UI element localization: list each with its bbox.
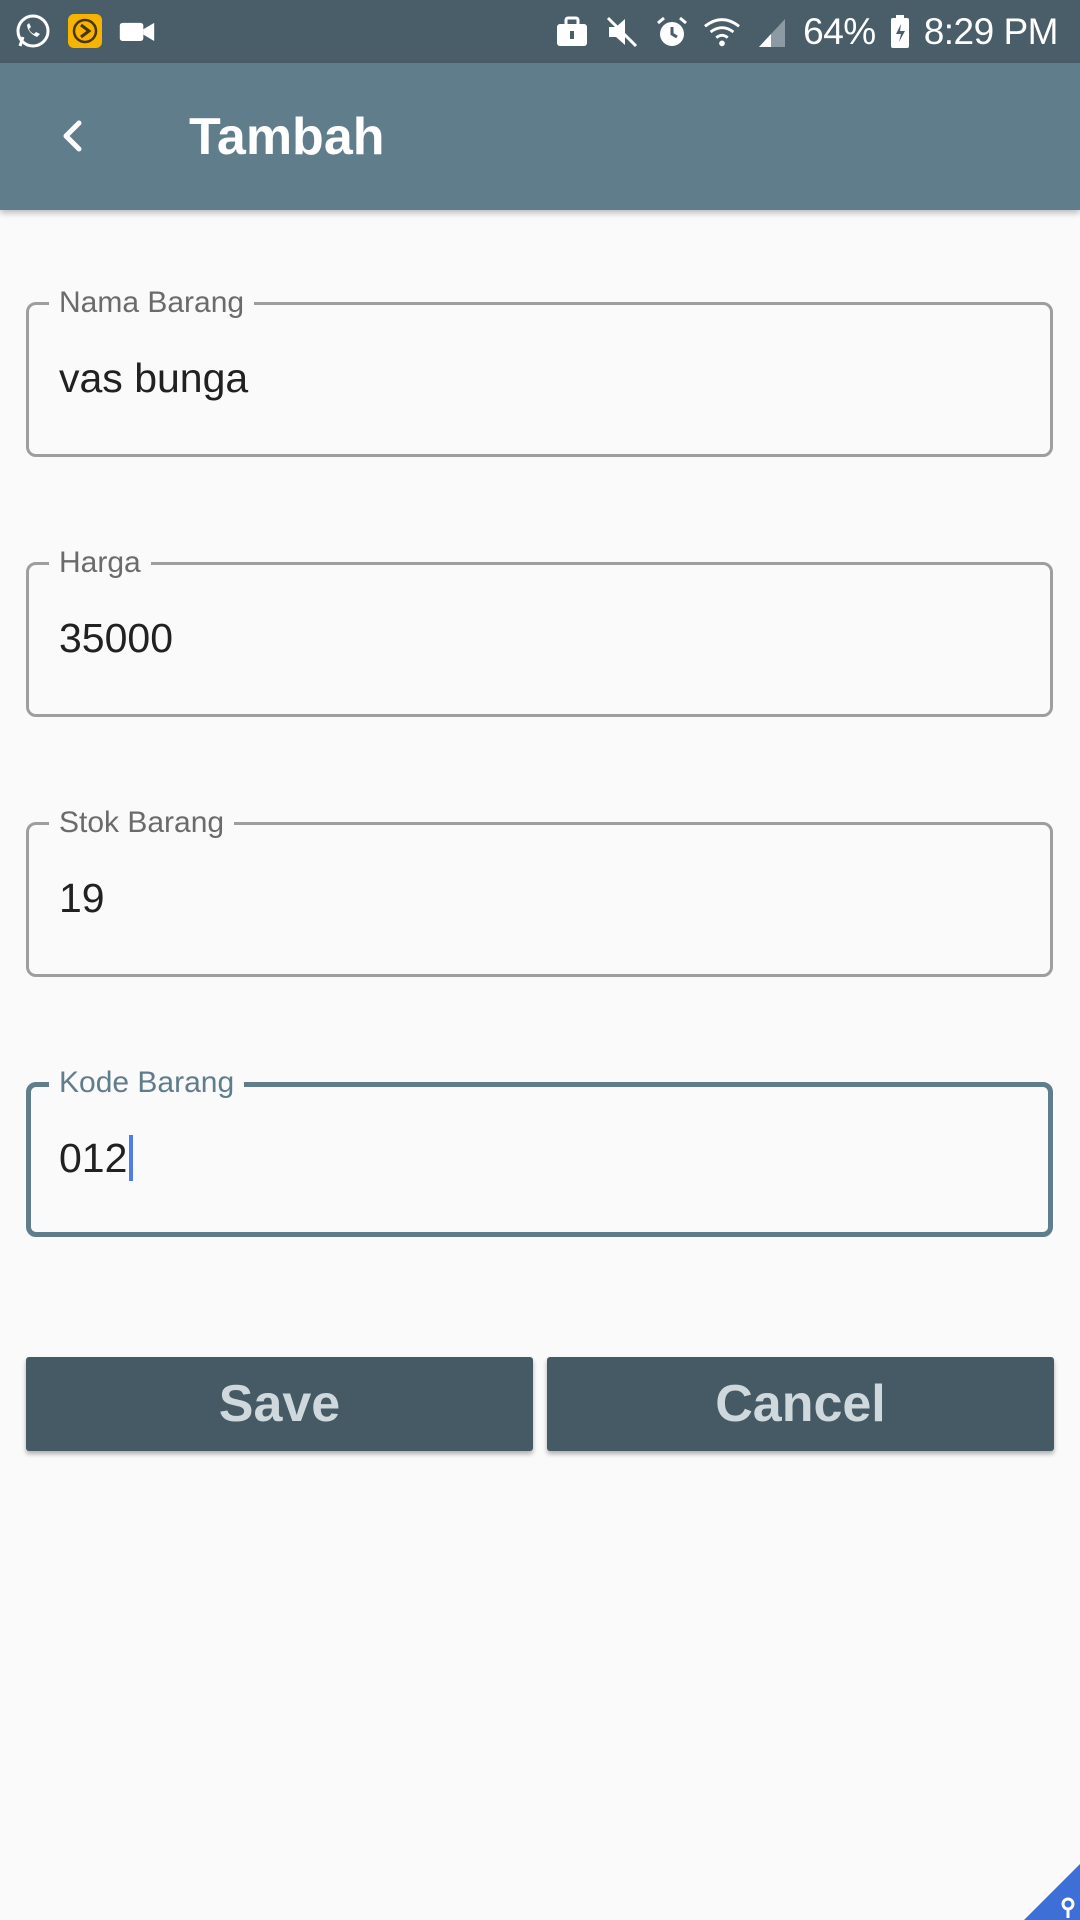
mute-icon (603, 13, 641, 51)
alarm-icon (653, 13, 691, 51)
save-button[interactable]: Save (26, 1357, 533, 1451)
magnifier-handle-icon[interactable] (1024, 1864, 1080, 1920)
harga-label: Harga (49, 543, 151, 583)
harga-field[interactable]: Harga 35000 (26, 543, 1053, 717)
page-title: Tambah (189, 108, 385, 166)
back-button[interactable] (38, 103, 108, 173)
app-bar: Tambah (0, 63, 1080, 210)
signal-icon (753, 13, 791, 51)
nama-barang-field[interactable]: Nama Barang vas bunga (26, 283, 1053, 457)
app-notification-icon (66, 12, 104, 50)
whatsapp-icon (14, 12, 52, 50)
harga-input[interactable]: 35000 (59, 613, 173, 663)
clock: 8:29 PM (923, 10, 1059, 52)
stok-barang-field[interactable]: Stok Barang 19 (26, 803, 1053, 977)
stok-barang-label: Stok Barang (49, 803, 235, 843)
video-camera-icon (118, 12, 156, 50)
status-bar: 64% 8:29 PM (0, 0, 1080, 63)
cancel-button[interactable]: Cancel (547, 1357, 1054, 1451)
nama-barang-input[interactable]: vas bunga (59, 353, 248, 403)
battery-percent: 64% (803, 10, 876, 52)
stok-barang-input[interactable]: 19 (59, 873, 105, 923)
kode-barang-input[interactable]: 012 (59, 1133, 134, 1183)
kode-barang-field[interactable]: Kode Barang 012 (26, 1063, 1053, 1237)
kode-barang-label: Kode Barang (49, 1063, 245, 1103)
kode-barang-value: 012 (59, 1135, 128, 1181)
battery-icon (888, 13, 912, 51)
wifi-icon (703, 13, 741, 51)
nama-barang-label: Nama Barang (49, 283, 255, 323)
briefcase-icon (553, 13, 591, 51)
text-cursor (129, 1135, 134, 1181)
chevron-left-icon (56, 119, 90, 158)
